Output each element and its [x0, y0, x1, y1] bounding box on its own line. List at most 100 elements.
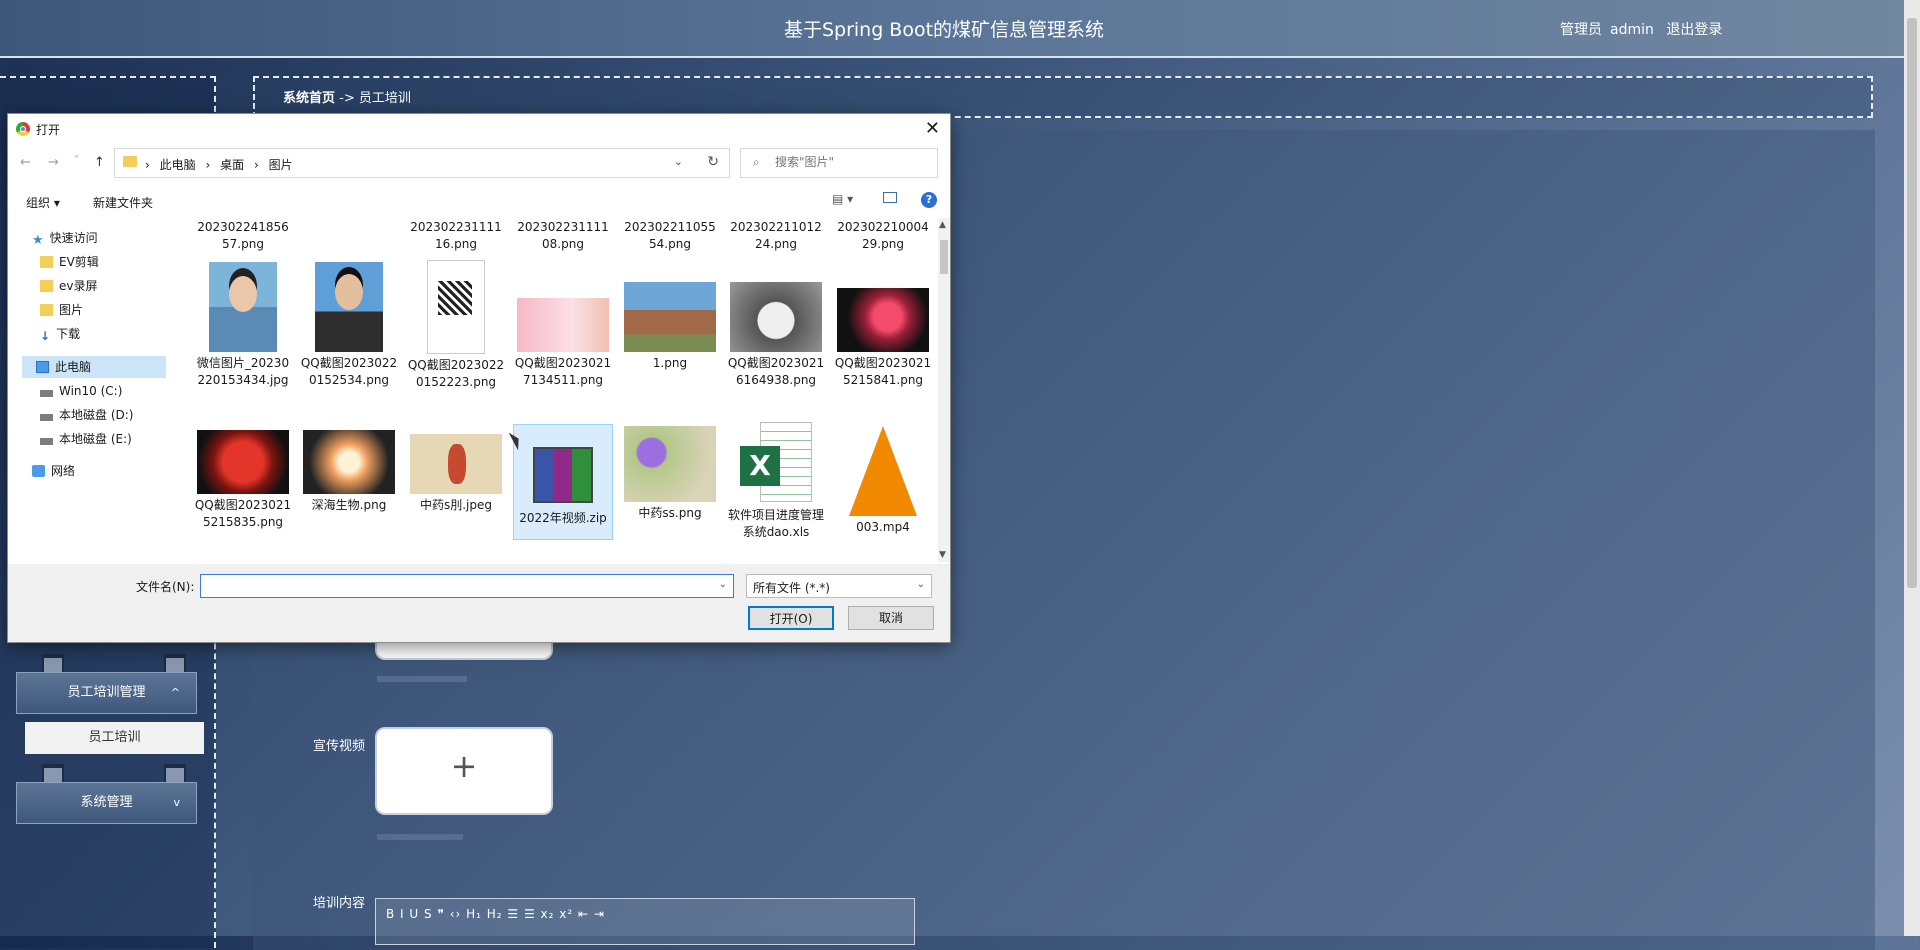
- file-item[interactable]: QQ截图20230216164938.png: [727, 262, 825, 389]
- close-icon[interactable]: ✕: [925, 118, 940, 139]
- refresh-icon[interactable]: ↻: [707, 154, 719, 170]
- photo-thumbnail: [209, 262, 277, 352]
- photo-thumbnail: [315, 262, 383, 352]
- file-item[interactable]: QQ截图20230215215841.png: [834, 262, 932, 389]
- file-name: 深海生物.png: [311, 498, 387, 512]
- folder-icon: [40, 280, 53, 292]
- file-item[interactable]: 20230221000429.png: [834, 219, 932, 253]
- chevron-down-icon: v: [173, 796, 180, 809]
- page-scrollbar-thumb[interactable]: [1907, 18, 1917, 588]
- help-icon[interactable]: ?: [921, 192, 937, 208]
- back-arrow-icon[interactable]: ←: [20, 155, 31, 170]
- tree-ev-edit[interactable]: EV剪辑: [40, 251, 99, 273]
- file-item[interactable]: 003.mp4: [834, 424, 932, 536]
- filetype-select[interactable]: 所有文件 (*.*) ⌄: [746, 574, 932, 598]
- file-item[interactable]: 深海生物.png: [300, 430, 398, 514]
- navigation-pane: ★ 快速访问 EV剪辑 ev录屏 图片 ↓ 下载 此电脑 Win10 (C:) 本地…: [8, 218, 166, 562]
- file-item[interactable]: 20230223111108.png: [514, 219, 612, 253]
- file-item[interactable]: QQ截图20230220152534.png: [300, 262, 398, 389]
- tree-downloads[interactable]: ↓ 下载: [40, 323, 80, 345]
- forward-arrow-icon[interactable]: →: [48, 155, 59, 170]
- file-name: 2022年视频.zip: [519, 511, 607, 525]
- video-label: 宣传视频: [313, 739, 366, 754]
- new-folder-button[interactable]: 新建文件夹: [93, 194, 153, 211]
- tree-drive-e[interactable]: 本地磁盘 (E:): [40, 428, 132, 450]
- content-label: 培训内容: [313, 896, 366, 911]
- file-name: QQ截图20230220152534.png: [300, 356, 398, 387]
- file-item[interactable]: QQ截图20230217134511.png: [514, 262, 612, 389]
- open-button[interactable]: 打开(O): [748, 606, 834, 630]
- address-pictures[interactable]: 图片: [269, 158, 293, 172]
- tree-drive-c[interactable]: Win10 (C:): [40, 380, 122, 402]
- tree-label: ev录屏: [59, 279, 98, 293]
- editor-toolbar[interactable]: B I U S ❞ ‹› H₁ H₂ ☰ ☰ x₂ x² ⇤ ⇥: [376, 899, 914, 929]
- tree-this-pc[interactable]: 此电脑: [22, 356, 166, 378]
- address-bar[interactable]: › 此电脑 › 桌面 › 图片 ⌄ ↻: [114, 148, 730, 178]
- image-thumbnail: [517, 298, 609, 352]
- open-file-dialog: 打开 ✕ ← → ˅ ↑ › 此电脑 › 桌面 › 图片 ⌄ ↻ ⌕ 组织 ▾ …: [8, 114, 950, 642]
- dialog-title: 打开: [36, 123, 61, 137]
- file-item-selected[interactable]: 2022年视频.zip: [513, 424, 613, 540]
- address-this-pc[interactable]: 此电脑: [160, 158, 196, 172]
- chevron-down-icon[interactable]: ⌄: [674, 155, 683, 168]
- tree-ev-record[interactable]: ev录屏: [40, 275, 98, 297]
- sidebar-group-system[interactable]: 系统管理 v: [16, 782, 197, 824]
- tree-label: 此电脑: [55, 360, 92, 374]
- breadcrumb-home[interactable]: 系统首页: [283, 91, 335, 106]
- file-item[interactable]: 中药s刖.jpeg: [407, 430, 505, 514]
- file-name: 微信图片_20230220153434.jpg: [196, 356, 290, 387]
- file-item[interactable]: 微信图片_20230220153434.jpg: [194, 262, 292, 389]
- file-item[interactable]: 20230221101224.png: [727, 219, 825, 253]
- filename-input[interactable]: [205, 578, 709, 594]
- file-name: 1.png: [652, 356, 688, 370]
- logout-link[interactable]: 退出登录: [1666, 22, 1722, 38]
- file-list-scrollbar[interactable]: ▲ ▼: [938, 218, 950, 562]
- file-item[interactable]: 20230224185657.png: [194, 219, 292, 253]
- sidebar-group-training[interactable]: 员工培训管理 ^: [16, 672, 197, 714]
- file-item[interactable]: QQ截图20230220152223.png: [407, 260, 505, 391]
- tree-label: 本地磁盘 (D:): [59, 408, 134, 422]
- page-scrollbar[interactable]: [1904, 0, 1920, 936]
- file-item[interactable]: 中药ss.png: [621, 426, 719, 522]
- sidebar-item-staff-training[interactable]: 员工培训: [25, 722, 204, 754]
- file-item[interactable]: 1.png: [621, 262, 719, 372]
- preview-pane-icon[interactable]: [883, 192, 897, 203]
- file-name: QQ截图20230215215835.png: [194, 498, 292, 529]
- tree-network[interactable]: 网络: [32, 460, 75, 482]
- tree-label: 本地磁盘 (E:): [59, 432, 132, 446]
- address-sep: ›: [145, 158, 150, 172]
- search-input[interactable]: [773, 154, 927, 170]
- rich-text-editor[interactable]: B I U S ❞ ‹› H₁ H₂ ☰ ☰ x₂ x² ⇤ ⇥: [375, 898, 915, 945]
- video-upload-box[interactable]: +: [375, 727, 553, 815]
- up-arrow-icon[interactable]: ↑: [94, 155, 105, 170]
- tree-pictures[interactable]: 图片: [40, 299, 83, 321]
- cancel-button[interactable]: 取消: [848, 606, 934, 630]
- chevron-down-icon[interactable]: ⌄: [719, 579, 727, 590]
- winrar-zip-icon: [533, 447, 593, 503]
- file-item[interactable]: 20230223111116.png: [407, 219, 505, 253]
- file-item[interactable]: 20230221105554.png: [621, 219, 719, 253]
- filename-field[interactable]: ⌄: [200, 574, 734, 598]
- file-item[interactable]: QQ截图20230215215835.png: [194, 430, 292, 531]
- breadcrumb-sep: ->: [339, 91, 355, 106]
- plus-icon: +: [450, 747, 478, 785]
- excel-icon: [736, 422, 816, 504]
- drive-icon: [40, 414, 53, 421]
- scrollbar-thumb[interactable]: [940, 240, 948, 274]
- search-box[interactable]: ⌕: [740, 148, 938, 178]
- dialog-titlebar: 打开 ✕: [8, 114, 950, 144]
- file-name: 中药s刖.jpeg: [419, 498, 493, 512]
- computer-icon: [36, 361, 49, 373]
- address-desktop[interactable]: 桌面: [220, 158, 244, 172]
- drive-icon: [40, 390, 53, 397]
- scroll-up-icon[interactable]: ▲: [939, 220, 946, 230]
- file-name: QQ截图20230217134511.png: [514, 356, 612, 387]
- chrome-icon: [16, 122, 30, 136]
- view-options-icon[interactable]: ▤ ▾: [832, 192, 853, 206]
- tree-drive-d[interactable]: 本地磁盘 (D:): [40, 404, 133, 426]
- scroll-down-icon[interactable]: ▼: [939, 550, 946, 560]
- recent-locations-icon[interactable]: ˅: [74, 155, 79, 166]
- tree-quick-access[interactable]: ★ 快速访问: [32, 227, 98, 249]
- organize-button[interactable]: 组织 ▾: [26, 194, 60, 211]
- file-item[interactable]: 软件项目进度管理系统dao.xls: [727, 422, 825, 541]
